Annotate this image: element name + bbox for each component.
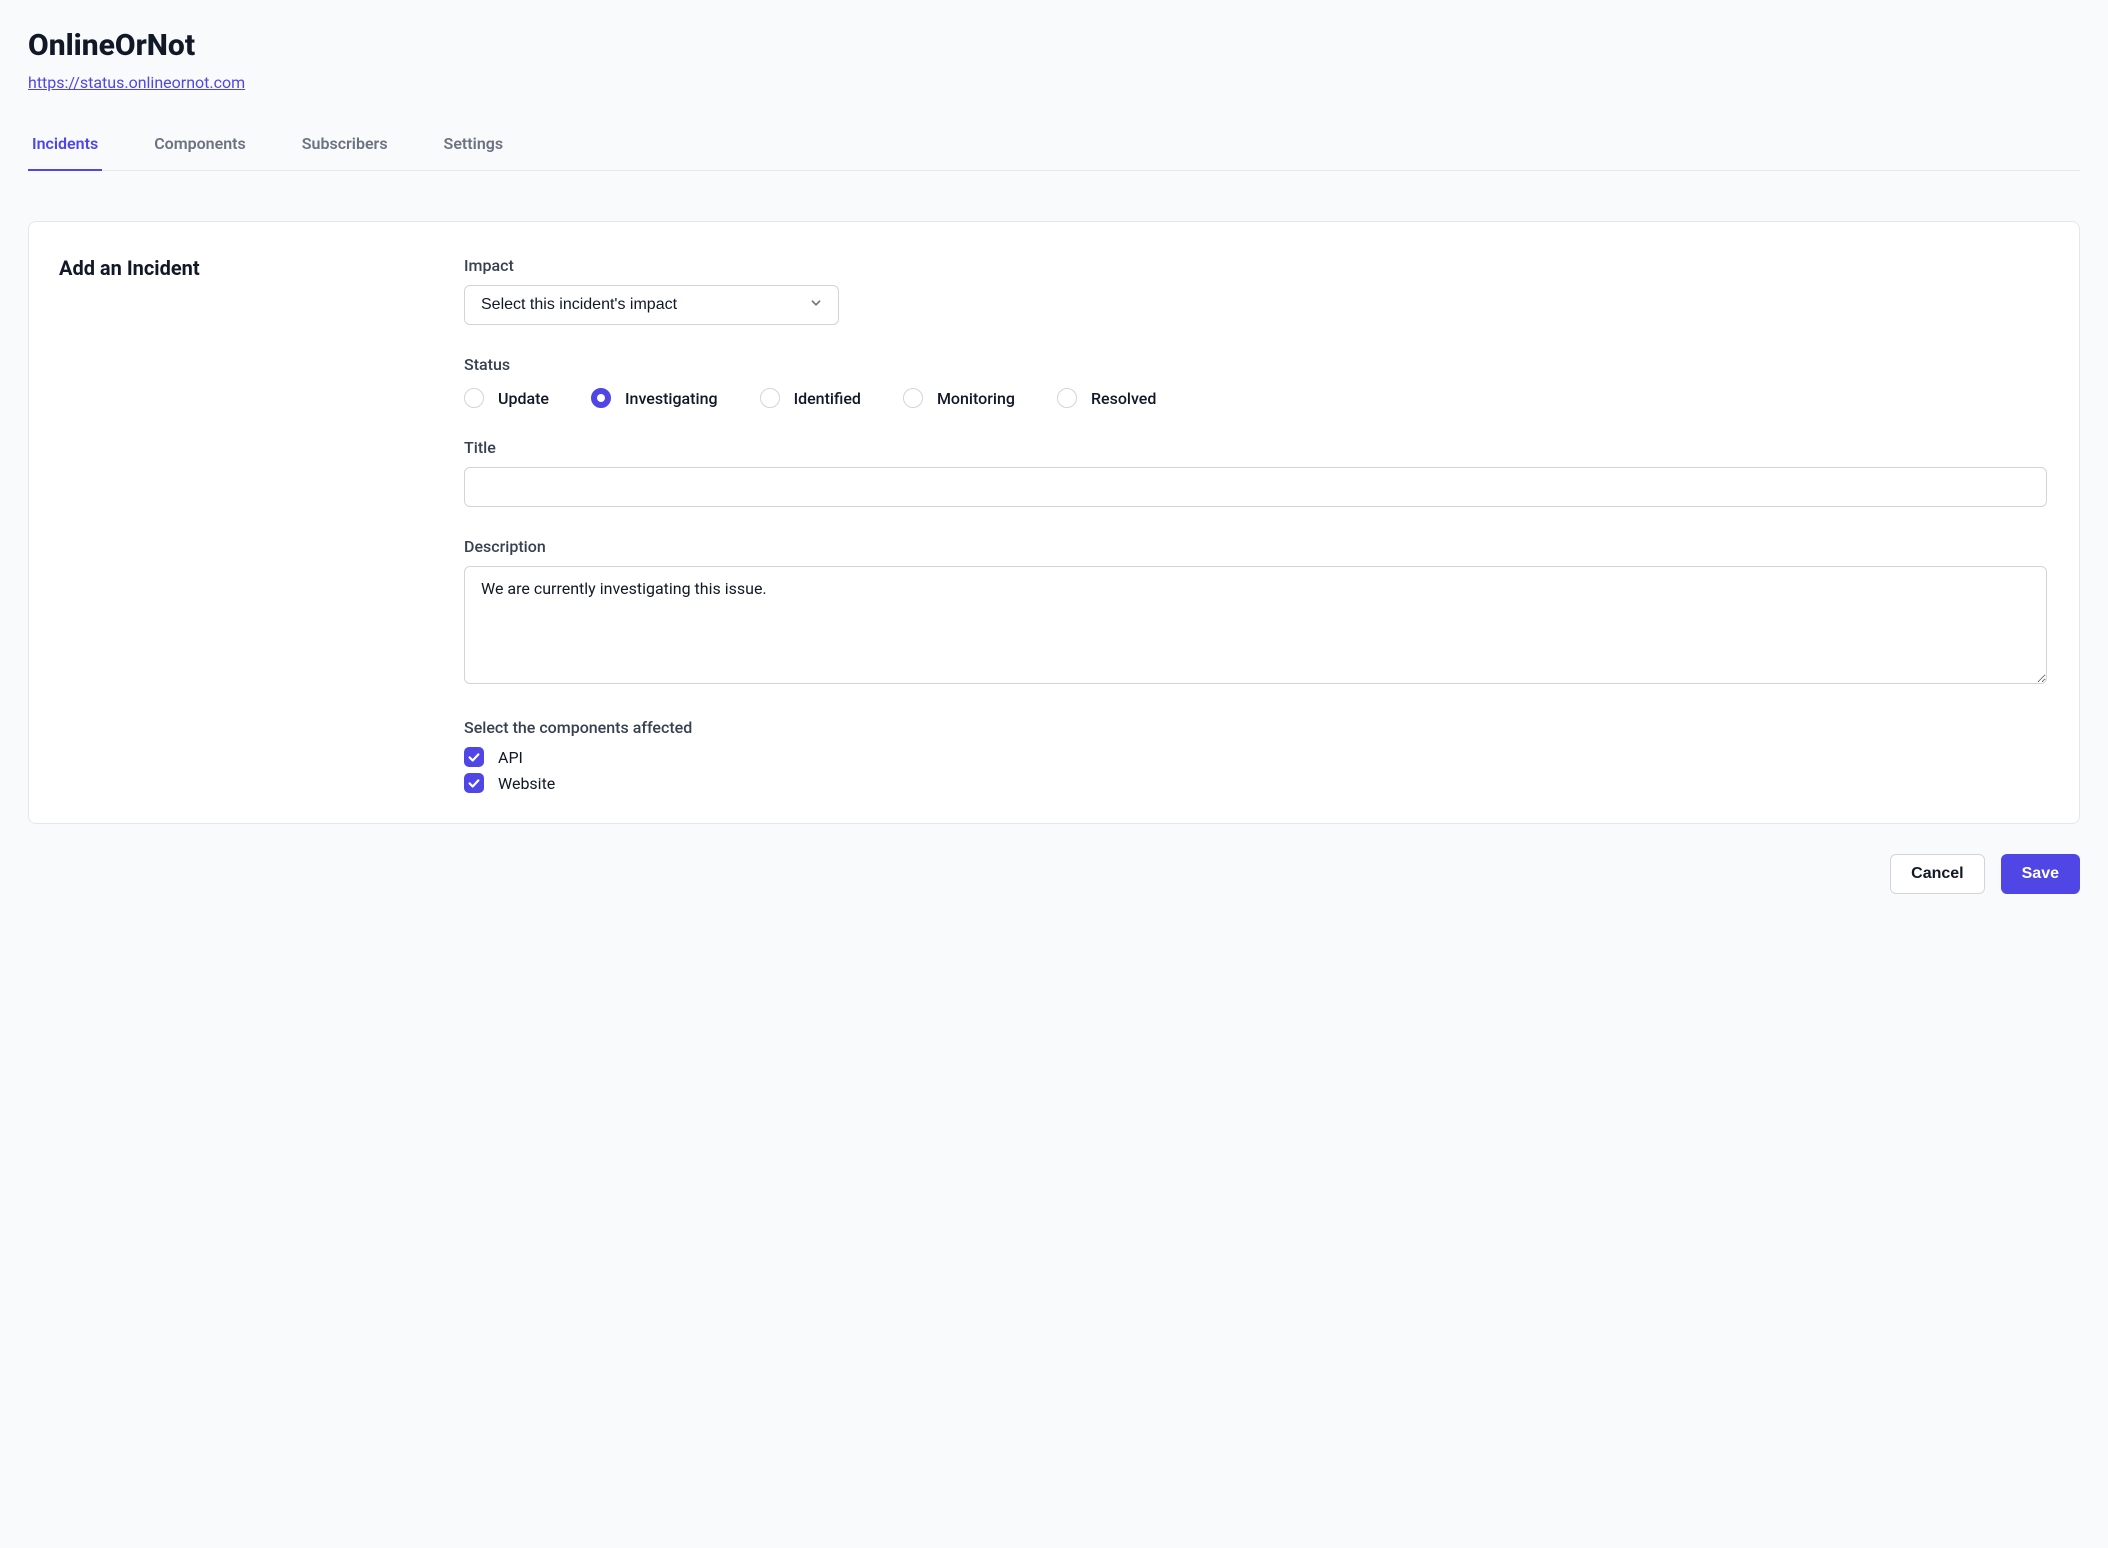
radio-label: Investigating	[625, 389, 718, 408]
checkbox-checked-icon	[464, 773, 484, 793]
radio-label: Update	[498, 389, 549, 408]
tab-settings[interactable]: Settings	[440, 134, 508, 171]
status-radio-identified[interactable]: Identified	[760, 388, 861, 408]
save-button[interactable]: Save	[2001, 854, 2080, 894]
status-page-link[interactable]: https://status.onlineornot.com	[28, 73, 245, 92]
page-title: OnlineOrNot	[28, 28, 2080, 63]
form-actions: Cancel Save	[28, 854, 2080, 894]
checkbox-label: API	[498, 748, 523, 767]
impact-label: Impact	[464, 256, 2047, 275]
status-radio-investigating[interactable]: Investigating	[591, 388, 718, 408]
radio-label: Resolved	[1091, 389, 1156, 408]
radio-label: Identified	[794, 389, 861, 408]
tab-components[interactable]: Components	[150, 134, 250, 171]
description-label: Description	[464, 537, 2047, 556]
checkbox-checked-icon	[464, 747, 484, 767]
status-radio-resolved[interactable]: Resolved	[1057, 388, 1156, 408]
radio-icon	[591, 388, 611, 408]
tabs: Incidents Components Subscribers Setting…	[28, 134, 2080, 171]
status-radio-monitoring[interactable]: Monitoring	[903, 388, 1015, 408]
radio-icon	[760, 388, 780, 408]
status-radio-group: Update Investigating Identified Monitori…	[464, 388, 2047, 408]
cancel-button[interactable]: Cancel	[1890, 854, 1984, 894]
impact-select[interactable]: Select this incident's impact	[464, 285, 839, 325]
radio-icon	[464, 388, 484, 408]
checkbox-label: Website	[498, 774, 555, 793]
description-textarea[interactable]: We are currently investigating this issu…	[464, 566, 2047, 684]
radio-label: Monitoring	[937, 389, 1015, 408]
status-radio-update[interactable]: Update	[464, 388, 549, 408]
components-label: Select the components affected	[464, 718, 2047, 737]
status-label: Status	[464, 355, 2047, 374]
radio-icon	[1057, 388, 1077, 408]
incident-form-card: Add an Incident Impact Select this incid…	[28, 221, 2080, 824]
title-label: Title	[464, 438, 2047, 457]
component-checkbox-api[interactable]: API	[464, 747, 2047, 767]
title-input[interactable]	[464, 467, 2047, 507]
component-checkbox-website[interactable]: Website	[464, 773, 2047, 793]
tab-subscribers[interactable]: Subscribers	[298, 134, 392, 171]
radio-icon	[903, 388, 923, 408]
section-title: Add an Incident	[59, 256, 404, 280]
tab-incidents[interactable]: Incidents	[28, 134, 102, 171]
